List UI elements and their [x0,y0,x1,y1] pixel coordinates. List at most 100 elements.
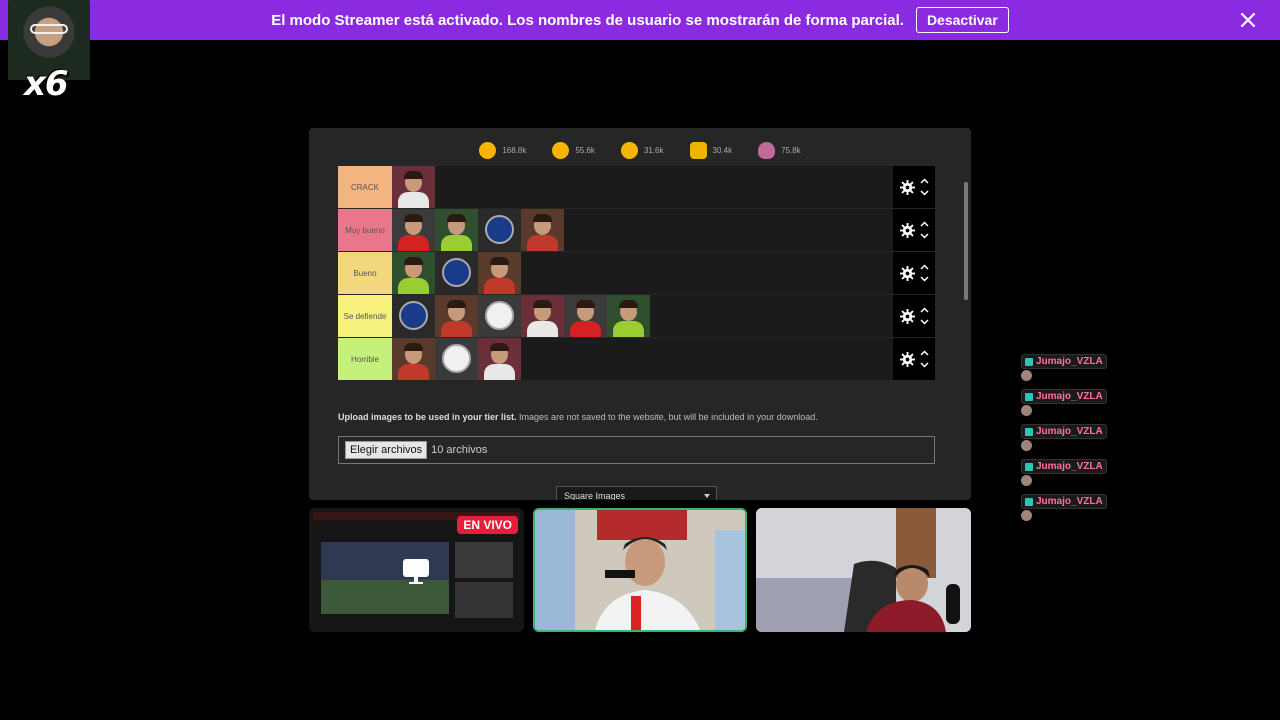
tier-row: Muy bueno [338,209,935,252]
tier-row: Se defiende [338,295,935,338]
chat-notification[interactable]: Jumajo_VZLA [1021,389,1111,424]
reaction-heart-eyes[interactable]: 55.6k [552,142,595,159]
reaction-praying[interactable]: 30.4k [689,142,732,159]
video-tile-streamer[interactable] [533,508,747,632]
reaction-laughing[interactable]: 31.6k [620,142,664,159]
tier-item-image[interactable] [392,166,435,208]
chevron-up-icon[interactable] [919,264,929,270]
video-tile-guest[interactable] [756,508,971,632]
hair-shape [619,300,638,308]
deactivate-button[interactable]: Desactivar [915,7,1009,33]
hair-shape [533,214,552,222]
file-upload-field[interactable]: Elegir archivos 10 archivos [338,436,935,464]
tier-item-image[interactable] [564,295,607,337]
hair-shape [404,343,423,351]
chevron-down-icon[interactable] [919,362,929,368]
shirt-shape [398,235,429,251]
shirt-shape [398,192,429,208]
chevron-down-icon [704,494,710,498]
tier-item-image[interactable] [435,209,478,251]
tier-label[interactable]: Horrible [338,338,392,380]
tier-list: CRACK Muy bueno Bueno Se defiende Horrible [338,166,935,381]
tier-controls [893,295,935,337]
chat-notification[interactable]: Jumajo_VZLA [1021,494,1111,529]
tier-item-image[interactable] [435,338,478,380]
guest-video [756,508,971,632]
notification-pill: Jumajo_VZLA [1021,424,1107,439]
move-arrows [919,264,929,282]
shirt-shape [398,364,429,380]
chevron-up-icon[interactable] [919,221,929,227]
gear-icon[interactable] [899,351,915,367]
reaction-count: 31.6k [643,146,664,155]
reaction-bar: 168.8k 55.6k 31.6k 30.4k 75.8k [309,142,971,159]
tier-label[interactable]: Se defiende [338,295,392,337]
chat-notification[interactable]: Jumajo_VZLA [1021,459,1111,494]
chevron-down-icon[interactable] [919,233,929,239]
streamer-mode-banner: El modo Streamer está activado. Los nomb… [0,0,1280,40]
laughing-face-icon [620,142,638,159]
chevron-down-icon[interactable] [919,276,929,282]
notification-pill: Jumajo_VZLA [1021,354,1107,369]
avatar [1021,405,1032,416]
tier-row: Horrible [338,338,935,381]
chat-notification[interactable]: Jumajo_VZLA [1021,424,1111,459]
shirt-shape [613,321,644,337]
avatar [1021,440,1032,451]
tier-items [392,209,893,251]
praying-hands-icon [689,142,707,159]
tier-item-image[interactable] [478,338,521,380]
gear-icon[interactable] [899,308,915,324]
shirt-shape [527,321,558,337]
tier-items [392,295,893,337]
chevron-down-icon[interactable] [919,319,929,325]
tier-item-image[interactable] [521,295,564,337]
tier-label[interactable]: CRACK [338,166,392,208]
chevron-up-icon[interactable] [919,307,929,313]
panel-scrollbar[interactable] [964,182,968,300]
hair-shape [447,300,466,308]
notification-username: Jumajo_VZLA [1036,461,1103,472]
upload-instructions-bold: Upload images to be used in your tier li… [338,412,517,422]
chevron-up-icon[interactable] [919,350,929,356]
tier-label[interactable]: Muy bueno [338,209,392,251]
close-icon[interactable] [1238,10,1258,30]
chevron-down-icon[interactable] [919,190,929,196]
tier-item-image[interactable] [435,295,478,337]
video-tile-screen-share[interactable]: EN VIVO [309,508,524,632]
image-shape-select[interactable]: Square Images [556,486,717,500]
grinning-face-icon [479,142,497,159]
tier-item-image[interactable] [607,295,650,337]
chat-notification[interactable]: Jumajo_VZLA [1021,354,1111,389]
image-shape-value: Square Images [564,491,626,500]
gear-icon[interactable] [899,265,915,281]
move-arrows [919,307,929,325]
tier-item-image[interactable] [392,209,435,251]
hair-shape [404,257,423,265]
tier-item-image[interactable] [478,252,521,294]
chat-notifications: Jumajo_VZLA Jumajo_VZLA Jumajo_VZLA Juma… [1021,354,1111,529]
avatar [1021,510,1032,521]
choose-files-button[interactable]: Elegir archivos [345,441,428,459]
shirt-shape [570,321,601,337]
glasses-shape [30,24,68,34]
tier-label[interactable]: Bueno [338,252,392,294]
reaction-grinning[interactable]: 168.8k [479,142,526,159]
round-image [485,215,514,244]
notification-username: Jumajo_VZLA [1036,391,1103,402]
chat-badge-icon [1025,392,1033,401]
gear-icon[interactable] [899,179,915,195]
chevron-up-icon[interactable] [919,178,929,184]
move-arrows [919,350,929,368]
reaction-poop[interactable]: 75.8k [758,142,801,159]
tier-item-image[interactable] [392,338,435,380]
tier-item-image[interactable] [478,209,521,251]
tier-item-image[interactable] [435,252,478,294]
tier-item-image[interactable] [478,295,521,337]
gear-icon[interactable] [899,222,915,238]
tier-item-image[interactable] [392,295,435,337]
tier-item-image[interactable] [521,209,564,251]
notification-username: Jumajo_VZLA [1036,356,1103,367]
heart-eyes-icon [552,142,570,159]
tier-item-image[interactable] [392,252,435,294]
